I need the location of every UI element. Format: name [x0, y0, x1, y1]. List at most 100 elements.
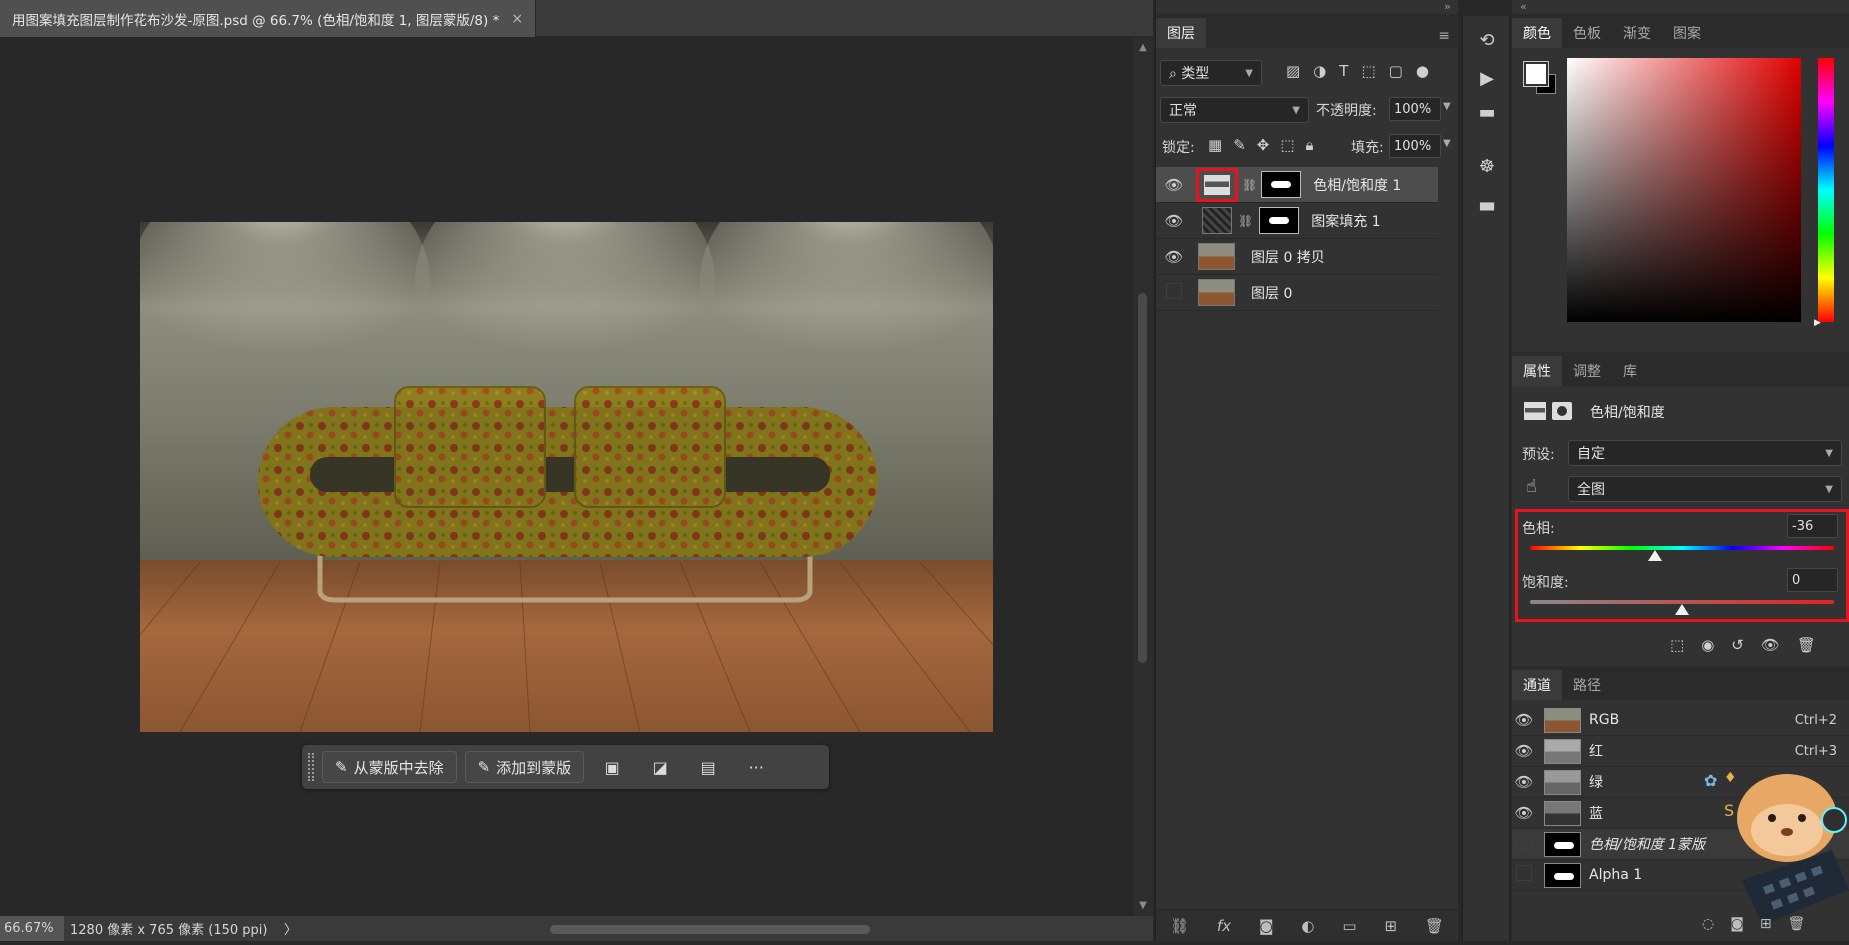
eye-icon[interactable]: 👁︎ — [1156, 248, 1192, 266]
eye-icon[interactable]: 👁︎ — [1512, 804, 1536, 822]
link-icon[interactable]: ⛓︎ — [1238, 214, 1253, 228]
tab-gradients[interactable]: 渐变 — [1612, 18, 1662, 48]
layer-filter-dropdown[interactable]: ⌕ 类型 ▼ — [1160, 60, 1262, 86]
eye-hidden-icon[interactable] — [1156, 283, 1192, 303]
delete-channel-icon[interactable]: 🗑︎ — [1788, 916, 1806, 932]
tab-channels[interactable]: 通道 — [1512, 670, 1562, 700]
add-mask-icon[interactable]: ◙ — [1259, 917, 1274, 935]
mask-icon[interactable] — [1552, 402, 1572, 420]
link-layers-icon[interactable]: ⛓︎ — [1170, 917, 1189, 935]
load-selection-icon[interactable]: ◌ — [1702, 916, 1714, 932]
range-dropdown[interactable]: 全图 ▼ — [1568, 476, 1842, 502]
view-previous-icon[interactable]: ◉ — [1701, 636, 1714, 654]
histogram-icon[interactable]: ▃ — [1463, 190, 1511, 211]
blend-mode-dropdown[interactable]: 正常 ▼ — [1160, 97, 1309, 123]
targeted-adjustment-hand-icon[interactable]: ☝ — [1526, 476, 1537, 497]
layer-mask-thumbnail[interactable] — [1259, 207, 1300, 234]
actions-icon[interactable]: ▶ — [1463, 68, 1511, 89]
channel-row-rgb[interactable]: 👁︎ RGB Ctrl+2 — [1512, 705, 1849, 736]
layer-thumbnail[interactable] — [1198, 279, 1235, 306]
hue-strip[interactable] — [1818, 58, 1834, 322]
drag-handle-icon[interactable] — [308, 753, 314, 781]
tab-adjustments[interactable]: 调整 — [1562, 356, 1612, 386]
lock-transparent-icon[interactable]: ▦ — [1208, 136, 1222, 154]
toggle-visibility-icon[interactable]: 👁︎ — [1761, 636, 1780, 654]
link-icon[interactable]: ⛓︎ — [1242, 178, 1257, 192]
mask-options-icon[interactable]: ▣ — [592, 751, 632, 783]
hue-slider-handle[interactable] — [1647, 550, 1662, 561]
layer-mask-thumbnail[interactable] — [1261, 171, 1302, 198]
filter-pixel-icon[interactable]: ▨ — [1286, 62, 1300, 80]
layer-row-layer0-copy[interactable]: 👁︎ 图层 0 拷贝 — [1156, 239, 1438, 275]
scroll-down-icon[interactable]: ▼ — [1137, 900, 1149, 911]
layer-row-layer0[interactable]: 图层 0 — [1156, 275, 1438, 311]
filter-adjustment-icon[interactable]: ◑ — [1313, 62, 1326, 80]
lock-artboard-icon[interactable]: ⬚ — [1280, 136, 1294, 154]
document-tab[interactable]: 用图案填充图层制作花布沙发-原图.psd @ 66.7% (色相/饱和度 1, … — [0, 0, 537, 37]
new-group-icon[interactable]: ▭ — [1342, 917, 1356, 935]
preset-dropdown[interactable]: 自定 ▼ — [1568, 440, 1842, 466]
canvas-image-sofa[interactable] — [140, 222, 993, 732]
hue-strip-marker-icon[interactable]: ▶ — [1814, 318, 1821, 328]
history-icon[interactable]: ⟲ — [1463, 30, 1511, 51]
new-adjustment-icon[interactable]: ◐ — [1301, 917, 1314, 935]
fx-icon[interactable]: fx — [1217, 917, 1231, 935]
comments-icon[interactable]: ▬ — [1463, 102, 1511, 123]
color-picker-field[interactable] — [1567, 58, 1801, 322]
invert-mask-icon[interactable]: ◪ — [640, 751, 680, 783]
saturation-slider-handle[interactable] — [1675, 604, 1689, 615]
tab-swatches[interactable]: 色板 — [1562, 18, 1612, 48]
add-to-mask-button[interactable]: ✎ 添加到蒙版 — [464, 751, 585, 783]
eye-hidden-icon[interactable] — [1512, 834, 1536, 854]
eye-icon[interactable]: 👁︎ — [1512, 773, 1536, 791]
tab-color[interactable]: 颜色 — [1512, 18, 1562, 48]
filter-toggle-icon[interactable]: ● — [1416, 62, 1429, 80]
lock-position-icon[interactable]: ✥ — [1257, 136, 1270, 154]
zoom-level[interactable]: 66.67% — [0, 916, 64, 941]
fill-chevron-icon[interactable]: ▼ — [1443, 138, 1451, 149]
eye-icon[interactable]: 👁︎ — [1512, 742, 1536, 760]
layer-row-hue-saturation[interactable]: 👁︎ ⛓︎ 色相/饱和度 1 — [1156, 167, 1438, 203]
reset-icon[interactable]: ↺ — [1731, 636, 1744, 654]
subtract-from-mask-button[interactable]: ✎ 从蒙版中去除 — [322, 751, 457, 783]
clip-to-layer-icon[interactable]: ⬚ — [1670, 636, 1684, 654]
scroll-up-icon[interactable]: ▲ — [1137, 42, 1149, 53]
navigator-icon[interactable]: ☸ — [1463, 156, 1511, 177]
eye-icon[interactable]: 👁︎ — [1512, 711, 1536, 729]
eye-icon[interactable]: 👁︎ — [1156, 176, 1192, 194]
opacity-chevron-icon[interactable]: ▼ — [1443, 101, 1451, 112]
filter-smart-object-icon[interactable]: ▢ — [1389, 62, 1403, 80]
delete-adjustment-icon[interactable]: 🗑︎ — [1797, 636, 1816, 654]
filter-type-icon[interactable]: T — [1339, 62, 1348, 80]
horizontal-scroll-thumb[interactable] — [550, 925, 870, 934]
adjustment-layer-icon[interactable] — [1196, 167, 1238, 202]
pattern-fill-icon[interactable] — [1202, 207, 1232, 234]
status-menu-arrow-icon[interactable]: 〉 — [284, 919, 297, 938]
opacity-input[interactable]: 100% — [1389, 97, 1441, 121]
tab-patterns[interactable]: 图案 — [1662, 18, 1712, 48]
fill-input[interactable]: 100% — [1389, 134, 1441, 158]
tab-paths[interactable]: 路径 — [1562, 670, 1612, 700]
filter-shape-icon[interactable]: ⬚ — [1361, 62, 1375, 80]
tab-layers[interactable]: 图层 — [1156, 18, 1206, 48]
delete-layer-icon[interactable]: 🗑︎ — [1425, 917, 1444, 935]
mask-settings-icon[interactable]: ▤ — [688, 751, 728, 783]
hue-slider-track[interactable] — [1530, 546, 1834, 550]
new-layer-icon[interactable]: ⊞ — [1384, 917, 1397, 935]
vertical-scroll-thumb[interactable] — [1138, 293, 1147, 663]
saturation-input[interactable]: 0 — [1787, 568, 1838, 592]
hue-input[interactable]: -36 — [1787, 514, 1838, 538]
lock-image-icon[interactable]: ✎ — [1233, 136, 1246, 154]
eye-icon[interactable]: 👁︎ — [1156, 212, 1192, 230]
new-channel-icon[interactable]: ⊞ — [1760, 916, 1772, 932]
vertical-scrollbar[interactable]: ▲ ▼ — [1133, 38, 1153, 916]
horizontal-scrollbar[interactable] — [300, 921, 1130, 937]
save-selection-icon[interactable]: ◙ — [1730, 916, 1744, 932]
more-options-icon[interactable]: ··· — [736, 751, 776, 783]
close-icon[interactable]: × — [511, 11, 523, 27]
eye-hidden-icon[interactable] — [1512, 865, 1536, 885]
foreground-color-swatch[interactable] — [1523, 61, 1549, 87]
layer-thumbnail[interactable] — [1198, 243, 1235, 270]
layer-row-pattern-fill[interactable]: 👁︎ ⛓︎ 图案填充 1 — [1156, 203, 1438, 239]
lock-all-icon[interactable]: 🔒︎ — [1306, 136, 1314, 154]
